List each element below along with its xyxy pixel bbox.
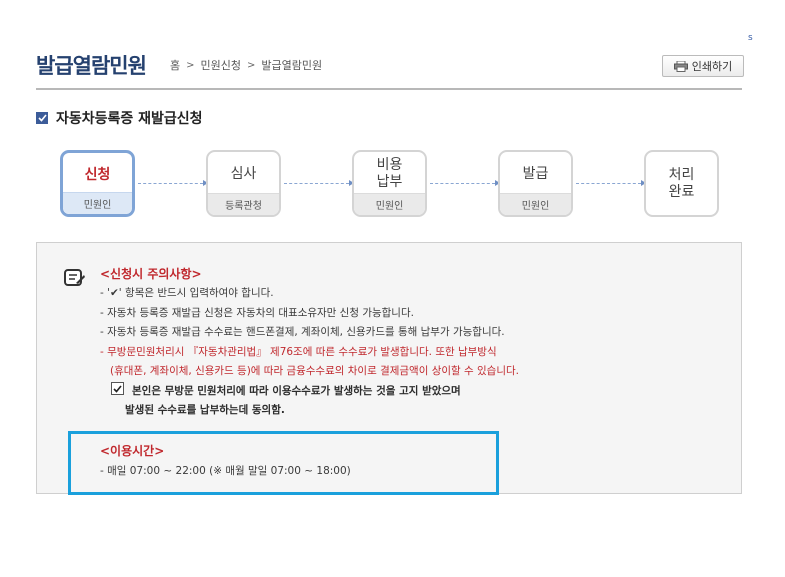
step-connector bbox=[430, 180, 500, 186]
print-button-label: 인쇄하기 bbox=[691, 60, 733, 73]
checkmark-icon bbox=[113, 384, 122, 393]
step-connector bbox=[576, 180, 646, 186]
agree-checkbox[interactable] bbox=[111, 382, 124, 395]
step-owner: 민원인 bbox=[354, 193, 425, 215]
page-title: 발급열람민원 bbox=[36, 54, 147, 78]
step-label: 신청 bbox=[84, 166, 111, 183]
step-complete: 처리 완료 bbox=[644, 150, 719, 217]
breadcrumb: 홈 > 민원신청 > 발급열람민원 bbox=[170, 57, 322, 73]
step-connector bbox=[284, 180, 354, 186]
step-review: 심사 등록관청 bbox=[206, 150, 281, 217]
highlight-box bbox=[68, 431, 499, 495]
chevron-right-icon: > bbox=[247, 59, 256, 71]
section-title: 자동차등록증 재발급신청 bbox=[56, 111, 203, 127]
notice-line: - '✔' 항목은 반드시 입력하여야 합니다. bbox=[100, 287, 274, 299]
step-label: 심사 bbox=[230, 165, 257, 182]
checkbox-icon bbox=[36, 112, 48, 124]
printer-icon bbox=[673, 60, 688, 72]
step-label: 처리 완료 bbox=[668, 166, 695, 200]
step-owner: 민원인 bbox=[500, 193, 571, 215]
step-label: 비용 납부 bbox=[376, 157, 403, 190]
step-connector bbox=[138, 180, 208, 186]
step-owner: 민원인 bbox=[63, 192, 132, 214]
fee-notice-line: (휴대폰, 계좌이체, 신용카드 등)에 따라 금융수수료의 차이로 결제금액이… bbox=[110, 365, 520, 377]
fee-notice-line: - 무방문민원처리시 『자동차관리법』 제76조에 따른 수수료가 발생합니다.… bbox=[100, 346, 497, 358]
notice-line: - 자동차 등록증 재발급 수수료는 핸드폰결제, 계좌이체, 신용카드를 통해… bbox=[100, 326, 505, 338]
title-divider bbox=[36, 88, 742, 90]
section-heading: 자동차등록증 재발급신청 bbox=[36, 108, 203, 128]
corner-mark: s bbox=[748, 33, 753, 43]
step-payment: 비용 납부 민원인 bbox=[352, 150, 427, 217]
step-label: 발급 bbox=[522, 165, 549, 182]
step-apply: 신청 민원인 bbox=[60, 150, 135, 217]
breadcrumb-apply[interactable]: 민원신청 bbox=[201, 57, 241, 73]
notice-line: - 자동차 등록증 재발급 신청은 자동차의 대표소유자만 신청 가능합니다. bbox=[100, 307, 414, 319]
agree-text: 본인은 무방문 민원처리에 따라 이용수수료가 발생하는 것을 고지 받았으며 bbox=[132, 385, 461, 397]
step-issue: 발급 민원인 bbox=[498, 150, 573, 217]
breadcrumb-home[interactable]: 홈 bbox=[170, 57, 180, 73]
breadcrumb-current: 발급열람민원 bbox=[261, 59, 323, 72]
caution-title: <신청시 주의사항> bbox=[100, 267, 202, 281]
memo-icon bbox=[64, 269, 85, 286]
step-owner: 등록관청 bbox=[208, 193, 279, 215]
print-button[interactable]: 인쇄하기 bbox=[662, 55, 744, 77]
chevron-right-icon: > bbox=[186, 59, 195, 71]
agree-text: 발생된 수수료를 납부하는데 동의함. bbox=[125, 404, 285, 416]
